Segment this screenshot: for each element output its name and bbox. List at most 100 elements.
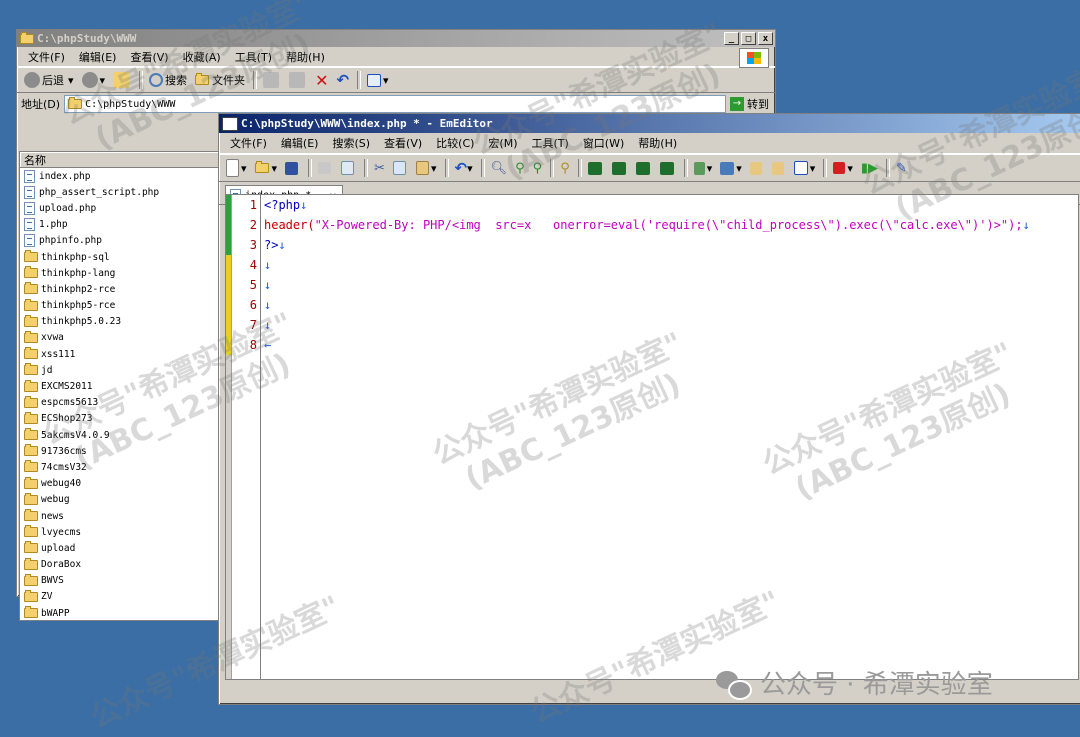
list-item[interactable]: thinkphp5-rce bbox=[20, 298, 218, 314]
up-button[interactable] bbox=[110, 70, 134, 90]
list-item[interactable]: webug bbox=[20, 492, 218, 508]
menu-help[interactable]: 帮助(H) bbox=[631, 135, 684, 151]
php-file-icon bbox=[24, 218, 35, 232]
list-item[interactable]: news bbox=[20, 508, 218, 524]
menu-tools[interactable]: 工具(T) bbox=[228, 49, 279, 65]
menu-view[interactable]: 查看(V) bbox=[123, 49, 175, 65]
column-header-name[interactable]: 名称 bbox=[20, 152, 218, 168]
views-grid-icon bbox=[367, 73, 382, 87]
menu-file[interactable]: 文件(F) bbox=[223, 135, 274, 151]
code-editor[interactable]: 1 2 3 4 5 6 7 8 <?php ↓ header("X-Powered… bbox=[225, 194, 1079, 680]
delete-button[interactable]: ✕ bbox=[312, 70, 331, 90]
menu-macro[interactable]: 宏(M) bbox=[481, 135, 524, 151]
close-button[interactable]: x bbox=[758, 32, 773, 45]
menu-search[interactable]: 搜索(S) bbox=[325, 135, 377, 151]
copy-to-button[interactable] bbox=[286, 70, 310, 90]
cut-button[interactable]: ✂ bbox=[371, 158, 388, 178]
list-item[interactable]: ZV bbox=[20, 589, 218, 605]
menu-edit[interactable]: 编辑(E) bbox=[72, 49, 124, 65]
newline-marker: ↓ bbox=[278, 238, 286, 252]
list-item[interactable]: upload bbox=[20, 540, 218, 556]
back-button[interactable]: 后退 ▾ bbox=[21, 70, 77, 90]
search-label: 搜索 bbox=[165, 74, 188, 87]
minimize-button[interactable]: _ bbox=[724, 32, 739, 45]
forward-button[interactable]: ▾ bbox=[79, 70, 109, 90]
find-previous-button[interactable]: ⚲ bbox=[530, 158, 546, 178]
menu-help[interactable]: 帮助(H) bbox=[279, 49, 332, 65]
views-button[interactable]: ▾ bbox=[364, 70, 392, 90]
save-button[interactable] bbox=[282, 158, 303, 178]
list-item[interactable]: DoraBox bbox=[20, 557, 218, 573]
list-item[interactable]: thinkphp-lang bbox=[20, 265, 218, 281]
list-item[interactable]: xvwa bbox=[20, 330, 218, 346]
list-item[interactable]: 74cmsV32 bbox=[20, 459, 218, 475]
list-item[interactable]: thinkphp2-rce bbox=[20, 281, 218, 297]
list-item[interactable]: bWAPP bbox=[20, 605, 218, 620]
tool-button-2[interactable] bbox=[609, 158, 631, 178]
list-item[interactable]: thinkphp5.0.23 bbox=[20, 314, 218, 330]
help-button[interactable]: ✎ bbox=[893, 158, 910, 178]
run-macro-button[interactable]: ▮▶ bbox=[858, 158, 881, 178]
file-name: ECShop273 bbox=[41, 413, 93, 425]
line-number: 2 bbox=[249, 218, 257, 232]
tool-button-3[interactable] bbox=[633, 158, 655, 178]
menu-view[interactable]: 查看(V) bbox=[377, 135, 429, 151]
paste-button[interactable]: ▾ bbox=[413, 158, 440, 178]
menu-window[interactable]: 窗口(W) bbox=[576, 135, 631, 151]
tool-button-4[interactable] bbox=[657, 158, 679, 178]
list-item[interactable]: EXCMS2011 bbox=[20, 378, 218, 394]
list-item[interactable]: BWVS bbox=[20, 573, 218, 589]
address-input[interactable]: C:\phpStudy\WWW bbox=[64, 95, 726, 113]
maximize-button[interactable]: □ bbox=[741, 32, 756, 45]
macro-button[interactable]: ▾ bbox=[717, 158, 745, 178]
print-preview-button[interactable] bbox=[338, 158, 359, 178]
checklist-button[interactable]: ▾ bbox=[791, 158, 819, 178]
menu-file[interactable]: 文件(F) bbox=[21, 49, 72, 65]
record-macro-button[interactable]: ▾ bbox=[830, 158, 856, 178]
menu-compare[interactable]: 比较(C) bbox=[429, 135, 481, 151]
move-to-button[interactable] bbox=[260, 70, 284, 90]
menu-tools[interactable]: 工具(T) bbox=[525, 135, 576, 151]
file-name: thinkphp-sql bbox=[41, 251, 110, 263]
editor-titlebar[interactable]: C:\phpStudy\WWW\index.php * - EmEditor bbox=[219, 114, 1080, 133]
list-item[interactable]: webug40 bbox=[20, 476, 218, 492]
menu-favorites[interactable]: 收藏(A) bbox=[176, 49, 228, 65]
file-list[interactable]: 名称 index.php php_assert_script.php upload.… bbox=[19, 151, 219, 621]
snippet-button[interactable] bbox=[747, 158, 767, 178]
list-item[interactable]: 91736cms bbox=[20, 443, 218, 459]
list-item[interactable]: upload.php bbox=[20, 200, 218, 216]
list-item[interactable]: thinkphp-sql bbox=[20, 249, 218, 265]
print-button[interactable] bbox=[315, 158, 336, 178]
list-item[interactable]: php_assert_script.php bbox=[20, 184, 218, 200]
list-item[interactable]: lvyecms bbox=[20, 524, 218, 540]
list-item[interactable]: espcms5613 bbox=[20, 395, 218, 411]
clipboard-button[interactable]: ▾ bbox=[691, 158, 716, 178]
address-bar: 地址(D) C:\phpStudy\WWW → 转到 bbox=[17, 93, 775, 115]
file-name: thinkphp5.0.23 bbox=[41, 316, 122, 328]
folder-icon bbox=[195, 73, 210, 85]
explorer-titlebar[interactable]: C:\phpStudy\WWW _ □ x bbox=[17, 30, 775, 47]
open-button[interactable]: ▾ bbox=[252, 158, 281, 178]
find-button[interactable]: 🔍︎ bbox=[488, 158, 511, 178]
list-item[interactable]: 5akcmsV4.0.9 bbox=[20, 427, 218, 443]
go-button[interactable]: → 转到 bbox=[730, 96, 769, 112]
list-item[interactable]: xss111 bbox=[20, 346, 218, 362]
list-item[interactable]: index.php bbox=[20, 168, 218, 184]
plugin-button[interactable] bbox=[769, 158, 789, 178]
scissors-icon: ✂ bbox=[374, 160, 385, 176]
list-item[interactable]: ECShop273 bbox=[20, 411, 218, 427]
undo-button[interactable]: ↶ ▾ bbox=[452, 158, 476, 178]
undo-button[interactable]: ↶ bbox=[333, 70, 352, 90]
find-next-button[interactable]: ⚲ bbox=[512, 158, 528, 178]
menu-edit[interactable]: 编辑(E) bbox=[274, 135, 326, 151]
list-item[interactable]: jd bbox=[20, 362, 218, 378]
folders-button[interactable]: 文件夹 bbox=[192, 70, 248, 90]
search-button[interactable]: 搜索 bbox=[146, 70, 190, 90]
list-item[interactable]: phpinfo.php bbox=[20, 233, 218, 249]
copy-button[interactable] bbox=[390, 158, 411, 178]
new-button[interactable]: ▾ bbox=[223, 158, 250, 178]
line-number-8: 8 bbox=[226, 335, 257, 355]
list-item[interactable]: 1.php bbox=[20, 217, 218, 233]
find-in-files-button[interactable]: ⚲ bbox=[557, 158, 573, 178]
tool-button-1[interactable] bbox=[585, 158, 607, 178]
